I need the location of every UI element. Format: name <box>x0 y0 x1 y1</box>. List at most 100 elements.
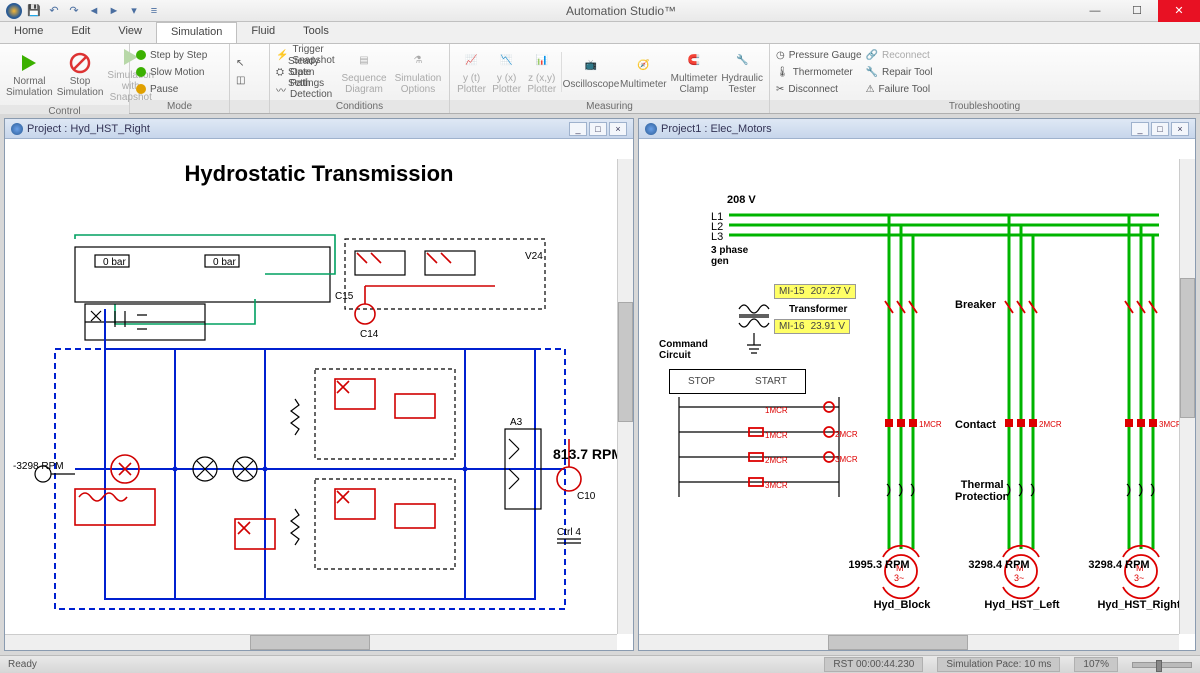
zoom-slider[interactable] <box>1132 662 1192 668</box>
status-ready: Ready <box>8 659 37 670</box>
yt-plotter-button[interactable]: 📈y (t) Plotter <box>456 49 487 95</box>
chart-icon: 📈 <box>461 49 483 71</box>
qat-more-icon[interactable]: ≡ <box>146 3 162 19</box>
hydraulic-tester-button[interactable]: 🔧Hydraulic Tester <box>721 49 763 95</box>
left-pane-header[interactable]: Project : Hyd_HST_Right _ □ × <box>5 119 633 139</box>
chart-icon: 📉 <box>496 49 518 71</box>
qat-redo-icon[interactable]: ↷ <box>66 3 82 19</box>
play-icon <box>18 52 40 74</box>
multimeter-clamp-button[interactable]: 🧲Multimeter Clamp <box>671 49 718 95</box>
mode-tool-1[interactable]: ↖ <box>236 56 245 72</box>
open-path-button[interactable]: 〰Open Path Detection Tool <box>276 81 335 97</box>
svg-text:Ctrl 4: Ctrl 4 <box>557 527 581 538</box>
qat-next-icon[interactable]: ► <box>106 3 122 19</box>
menu-tabs: Home Edit View Simulation Fluid Tools <box>0 22 1200 44</box>
qat-prev-icon[interactable]: ◄ <box>86 3 102 19</box>
status-pace: Simulation Pace: 10 ms <box>937 657 1060 672</box>
ribbon: Normal Simulation Stop Simulation Simula… <box>0 44 1200 114</box>
cursor-icon: ↖ <box>236 58 244 69</box>
thermometer-button[interactable]: 🌡Thermometer <box>776 64 862 80</box>
status-zoom[interactable]: 107% <box>1074 657 1118 672</box>
mdi-close-button[interactable]: × <box>609 122 627 136</box>
v-scrollbar[interactable] <box>617 159 633 634</box>
multimeter-button[interactable]: 🧭Multimeter <box>620 55 667 90</box>
tab-view[interactable]: View <box>104 22 156 43</box>
motor1-rpm: 1995.3 RPM <box>834 559 924 571</box>
step-by-step-button[interactable]: Step by Step <box>136 47 207 63</box>
mode-tool-2[interactable]: ◫ <box>236 73 245 89</box>
motor3-name: Hyd_HST_Right <box>1094 599 1184 611</box>
slow-motion-button[interactable]: Slow Motion <box>136 64 207 80</box>
app-logo-icon[interactable] <box>6 3 22 19</box>
tab-fluid[interactable]: Fluid <box>237 22 289 43</box>
minimize-button[interactable]: — <box>1074 0 1116 22</box>
pause-button[interactable]: Pause <box>136 81 207 97</box>
right-document-pane: Project1 : Elec_Motors _ □ × 208 V L1 L2… <box>638 118 1196 651</box>
left-canvas[interactable]: Hydrostatic Transmission .bl{stroke:#002… <box>5 139 633 650</box>
reconnect-button[interactable]: 🔗Reconnect <box>866 47 933 63</box>
tab-simulation[interactable]: Simulation <box>156 22 237 43</box>
maximize-button[interactable]: ☐ <box>1116 0 1158 22</box>
sequence-diagram-button[interactable]: ▤Sequence Diagram <box>339 49 389 95</box>
failure-tool-button[interactable]: ⚠Failure Tool <box>866 81 933 97</box>
qat-dropdown-icon[interactable]: ▾ <box>126 3 142 19</box>
sequence-icon: ▤ <box>353 49 375 71</box>
svg-text:A3: A3 <box>510 417 523 428</box>
play-small-icon <box>136 50 146 60</box>
pressure-gauge-button[interactable]: ◷Pressure Gauge <box>776 47 862 63</box>
mdi-max-button[interactable]: □ <box>589 122 607 136</box>
normal-simulation-button[interactable]: Normal Simulation <box>6 52 53 98</box>
svg-text:3~: 3~ <box>894 573 904 583</box>
status-rst: RST 00:00:44.230 <box>824 657 923 672</box>
motor2-name: Hyd_HST_Left <box>977 599 1067 611</box>
group-conditions-label: Conditions <box>270 100 449 113</box>
thermometer-icon: 🌡 <box>776 67 789 78</box>
mdi-close-button[interactable]: × <box>1171 122 1189 136</box>
oscilloscope-icon: 📺 <box>580 55 602 77</box>
simulation-options-button[interactable]: ⚗Simulation Options <box>393 49 443 95</box>
app-title: Automation Studio™ <box>168 4 1074 18</box>
stop-simulation-button[interactable]: Stop Simulation <box>57 52 104 98</box>
svg-text:V24: V24 <box>525 251 543 262</box>
quick-access-toolbar: 💾 ↶ ↷ ◄ ► ▾ ≡ <box>0 3 168 19</box>
right-pane-title: Project1 : Elec_Motors <box>661 123 772 135</box>
hydraulic-schematic: .bl{stroke:#0020d0;stroke-width:2;fill:n… <box>5 139 621 649</box>
tab-edit[interactable]: Edit <box>57 22 104 43</box>
reconnect-icon: 🔗 <box>866 50 878 61</box>
right-canvas[interactable]: 208 V L1 L2 L3 3 phase gen MI-15207.27 V… <box>639 139 1195 650</box>
zxy-plotter-button[interactable]: 📊z (x,y) Plotter <box>526 49 557 95</box>
stop-icon <box>69 52 91 74</box>
svg-text:2MCR: 2MCR <box>765 456 788 465</box>
qat-save-icon[interactable]: 💾 <box>26 3 42 19</box>
h-scrollbar[interactable] <box>639 634 1179 650</box>
window-buttons: — ☐ ✕ <box>1074 0 1200 22</box>
mdi-min-button[interactable]: _ <box>1131 122 1149 136</box>
svg-text:3~: 3~ <box>1134 573 1144 583</box>
v-scrollbar[interactable] <box>1179 159 1195 634</box>
lightning-icon: ⚡ <box>276 50 288 61</box>
svg-text:813.7 RPM: 813.7 RPM <box>553 446 621 462</box>
repair-tool-button[interactable]: 🔧Repair Tool <box>866 64 933 80</box>
svg-text:3~: 3~ <box>1014 573 1024 583</box>
svg-text:3MCR: 3MCR <box>835 455 858 464</box>
motor1-name: Hyd_Block <box>857 599 947 611</box>
right-pane-header[interactable]: Project1 : Elec_Motors _ □ × <box>639 119 1195 139</box>
mdi-min-button[interactable]: _ <box>569 122 587 136</box>
group-troubleshooting-label: Troubleshooting <box>770 100 1199 113</box>
tab-tools[interactable]: Tools <box>289 22 343 43</box>
select-icon: ◫ <box>236 75 245 86</box>
play-small-icon <box>136 67 146 77</box>
svg-text:1MCR: 1MCR <box>765 431 788 440</box>
yx-plotter-button[interactable]: 📉y (x) Plotter <box>491 49 522 95</box>
svg-text:2MCR: 2MCR <box>1039 420 1062 429</box>
close-button[interactable]: ✕ <box>1158 0 1200 22</box>
oscilloscope-button[interactable]: 📺Oscilloscope <box>566 55 616 90</box>
tab-home[interactable]: Home <box>0 22 57 43</box>
gauge-icon: ◷ <box>776 50 785 61</box>
title-bar: 💾 ↶ ↷ ◄ ► ▾ ≡ Automation Studio™ — ☐ ✕ <box>0 0 1200 22</box>
disconnect-button[interactable]: ✂Disconnect <box>776 81 862 97</box>
h-scrollbar[interactable] <box>5 634 617 650</box>
qat-undo-icon[interactable]: ↶ <box>46 3 62 19</box>
svg-text:0 bar: 0 bar <box>103 257 126 268</box>
mdi-max-button[interactable]: □ <box>1151 122 1169 136</box>
